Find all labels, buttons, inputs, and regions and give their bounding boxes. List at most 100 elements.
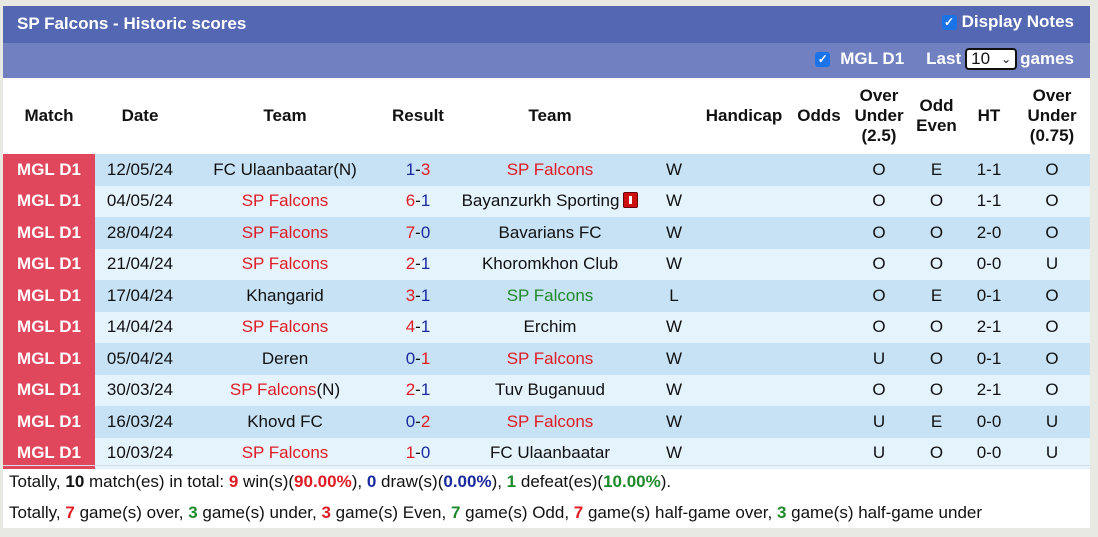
home-team[interactable]: SP Falcons (185, 185, 385, 217)
summary-stat-value: 10 (65, 472, 85, 491)
summary-text: ). (660, 472, 672, 491)
games-count-select[interactable]: 10 ⌄ (965, 48, 1018, 70)
games-label: games (1020, 49, 1074, 68)
home-goals: 1 (405, 159, 416, 179)
chevron-down-icon: ⌄ (1001, 52, 1012, 66)
col-over-under-2-5: Over Under (2.5) (854, 86, 904, 145)
summary-text: ), (491, 472, 507, 491)
table-row[interactable]: MGL D1 17/04/24 Khangarid 3-1 SP Falcons L O E 0… (3, 280, 1090, 312)
home-team[interactable]: SP Falcons(N) (185, 374, 385, 406)
league-badge[interactable]: MGL D1 (3, 217, 95, 249)
home-team-name[interactable]: SP Falcons (242, 317, 329, 336)
home-team-name[interactable]: Deren (262, 349, 308, 368)
odd-even-value: E (909, 406, 964, 438)
display-notes-toggle[interactable]: ✓ Display Notes (941, 12, 1074, 32)
away-team[interactable]: SP Falcons (451, 343, 649, 375)
league-badge[interactable]: MGL D1 (3, 154, 95, 186)
match-score[interactable]: 6-1 (385, 185, 451, 217)
odd-even-value: O (909, 217, 964, 249)
handicap-value (699, 343, 789, 375)
home-team-name[interactable]: Khangarid (246, 286, 324, 305)
match-score[interactable]: 3-1 (385, 280, 451, 312)
home-team-name[interactable]: SP Falcons (242, 191, 329, 210)
table-row[interactable]: MGL D1 21/04/24 SP Falcons 2-1 Khoromkhon Cl… (3, 248, 1090, 280)
league-badge[interactable]: MGL D1 (3, 185, 95, 217)
over-under-0-75-value: U (1014, 248, 1090, 280)
odd-even-value: O (909, 374, 964, 406)
home-team-name[interactable]: SP Falcons (230, 380, 317, 399)
home-team-name[interactable]: SP Falcons (242, 254, 329, 273)
home-team[interactable]: Deren (185, 343, 385, 375)
half-time-score: 2-0 (964, 217, 1014, 249)
handicap-value (699, 311, 789, 343)
league-badge[interactable]: MGL D1 (3, 406, 95, 438)
games-count-value: 10 (971, 49, 991, 68)
match-outcome: W (649, 154, 699, 186)
away-team-name[interactable]: Bavarians FC (499, 223, 602, 242)
display-notes-checkbox[interactable]: ✓ (941, 14, 957, 30)
away-team[interactable]: SP Falcons (451, 280, 649, 312)
away-team-name[interactable]: Bayanzurkh Sporting (462, 191, 620, 210)
home-team[interactable]: Khovd FC (185, 406, 385, 438)
handicap-value (699, 217, 789, 249)
away-team[interactable]: SP Falcons (451, 154, 649, 186)
match-date: 16/03/24 (95, 406, 185, 438)
table-row[interactable]: MGL D1 04/05/24 SP Falcons 6-1 Bayanzurkh Sp… (3, 185, 1090, 217)
handicap-value (699, 374, 789, 406)
home-team[interactable]: SP Falcons (185, 311, 385, 343)
table-row[interactable]: MGL D1 14/04/24 SP Falcons 4-1 Erchim W O O 2-1 O (3, 311, 1090, 343)
away-goals: 1 (420, 348, 431, 368)
league-badge[interactable]: MGL D1 (3, 280, 95, 312)
away-team[interactable]: Tuv Buganuud (451, 374, 649, 406)
match-score[interactable]: 7-0 (385, 217, 451, 249)
league-badge[interactable]: MGL D1 (3, 311, 95, 343)
home-team[interactable]: FC Ulaanbaatar(N) (185, 154, 385, 186)
half-time-score: 2-1 (964, 311, 1014, 343)
match-outcome: W (649, 374, 699, 406)
league-badge[interactable]: MGL D1 (3, 343, 95, 375)
match-score[interactable]: 0-1 (385, 343, 451, 375)
away-team[interactable]: Bayanzurkh Sporting (451, 185, 649, 217)
home-team[interactable]: SP Falcons (185, 248, 385, 280)
away-team-name[interactable]: SP Falcons (507, 349, 594, 368)
home-team[interactable]: Khangarid (185, 280, 385, 312)
away-team-name[interactable]: Tuv Buganuud (495, 380, 605, 399)
home-team[interactable]: SP Falcons (185, 217, 385, 249)
table-row[interactable]: MGL D1 28/04/24 SP Falcons 7-0 Bavarians FC W… (3, 217, 1090, 249)
away-team-name[interactable]: SP Falcons (507, 286, 594, 305)
col-odds: Odds (797, 106, 841, 125)
over-under-0-75-value: U (1014, 406, 1090, 438)
match-date: 14/04/24 (95, 311, 185, 343)
away-team-name[interactable]: Erchim (524, 317, 577, 336)
summary: Totally, 10 match(es) in total: 9 win(s)… (3, 466, 1090, 528)
home-team-name[interactable]: SP Falcons (242, 223, 329, 242)
match-score[interactable]: 2-1 (385, 374, 451, 406)
home-team-name[interactable]: FC Ulaanbaatar (213, 160, 333, 179)
summary-text: game(s) under, (197, 503, 322, 522)
away-team-name[interactable]: Khoromkhon Club (482, 254, 618, 273)
home-team-name[interactable]: SP Falcons (242, 443, 329, 462)
table-row[interactable]: MGL D1 12/05/24 FC Ulaanbaatar(N) 1-3 SP Fal… (3, 154, 1090, 186)
home-team-name[interactable]: Khovd FC (247, 412, 323, 431)
away-team-name[interactable]: SP Falcons (507, 160, 594, 179)
away-team[interactable]: Khoromkhon Club (451, 248, 649, 280)
away-team[interactable]: Bavarians FC (451, 217, 649, 249)
col-match: Match (24, 106, 74, 125)
table-row[interactable]: MGL D1 16/03/24 Khovd FC 0-2 SP Falcons W U E 0-… (3, 406, 1090, 438)
match-score[interactable]: 0-2 (385, 406, 451, 438)
match-score[interactable]: 4-1 (385, 311, 451, 343)
away-team-name[interactable]: SP Falcons (507, 412, 594, 431)
away-team-name[interactable]: FC Ulaanbaatar (490, 443, 610, 462)
table-row[interactable]: MGL D1 30/03/24 SP Falcons(N) 2-1 Tuv Buganu… (3, 374, 1090, 406)
league-badge[interactable]: MGL D1 (3, 248, 95, 280)
match-score[interactable]: 2-1 (385, 248, 451, 280)
away-team[interactable]: SP Falcons (451, 406, 649, 438)
league-filter-checkbox[interactable]: ✓ (815, 51, 831, 67)
away-team[interactable]: Erchim (451, 311, 649, 343)
neutral-marker: (N) (333, 159, 357, 179)
match-score[interactable]: 1-3 (385, 154, 451, 186)
table-row[interactable]: MGL D1 05/04/24 Deren 0-1 SP Falcons W U O 0-1 O (3, 343, 1090, 375)
league-badge[interactable]: MGL D1 (3, 374, 95, 406)
league-filter-label: MGL D1 (840, 49, 905, 68)
summary-stat-value: 7 (450, 503, 461, 522)
